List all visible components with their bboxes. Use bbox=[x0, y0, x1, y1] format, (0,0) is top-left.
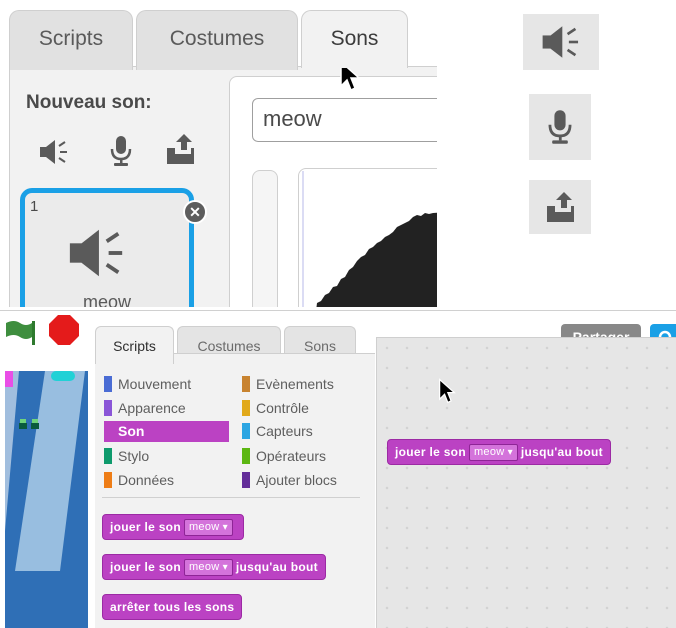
block-play-sound[interactable]: jouer le son meow bbox=[102, 514, 244, 540]
category-donnees[interactable]: Données bbox=[104, 470, 229, 490]
palette-divider bbox=[102, 497, 360, 498]
category-label: Son bbox=[118, 423, 145, 439]
block-palette bbox=[95, 353, 375, 628]
category-color-swatch bbox=[242, 448, 250, 464]
category-son[interactable]: Son bbox=[104, 421, 229, 442]
speaker-icon[interactable] bbox=[38, 136, 70, 168]
sound-menu[interactable]: meow bbox=[183, 559, 233, 576]
category-color-swatch bbox=[242, 376, 250, 392]
sound-menu-value: meow bbox=[188, 521, 220, 533]
category-label: Données bbox=[118, 472, 175, 488]
category-color-swatch bbox=[104, 423, 112, 439]
category-capteurs[interactable]: Capteurs bbox=[242, 421, 367, 441]
sound-menu-value: meow bbox=[473, 446, 505, 458]
tab-label: Costumes bbox=[169, 27, 265, 50]
category-stylo[interactable]: Stylo bbox=[104, 446, 229, 466]
category-color-swatch bbox=[242, 400, 250, 416]
block-text: jusqu'au bout bbox=[235, 560, 318, 574]
upload-icon bbox=[547, 192, 574, 222]
block-text: jouer le son bbox=[395, 445, 466, 459]
waveform-view[interactable] bbox=[298, 168, 437, 307]
category-label: Ajouter blocs bbox=[256, 472, 337, 488]
sound-name-input[interactable]: meow bbox=[252, 98, 437, 142]
sound-item-name: meow bbox=[82, 292, 131, 307]
block-text: jouer le son bbox=[110, 520, 181, 534]
category-ajouter-blocs[interactable]: Ajouter blocs bbox=[242, 470, 367, 490]
tab-label: Sons bbox=[304, 338, 336, 354]
tab-scripts[interactable]: Scripts bbox=[95, 326, 174, 364]
sounds-editor-panel: Scripts Costumes Sons Nouveau son: 1 meo… bbox=[0, 0, 437, 307]
tab-sons[interactable]: Sons bbox=[301, 10, 408, 68]
upload-icon-tile bbox=[529, 180, 591, 234]
category-color-swatch bbox=[242, 472, 250, 488]
category-label: Mouvement bbox=[118, 376, 192, 392]
scripts-editor-panel: Scripts Costumes Sons Partager Mouvement… bbox=[0, 310, 676, 628]
category-color-swatch bbox=[104, 400, 112, 416]
category-controle[interactable]: Contrôle bbox=[242, 398, 367, 418]
category-color-swatch bbox=[242, 423, 250, 439]
sound-item-number: 1 bbox=[30, 198, 39, 215]
speaker-icon bbox=[69, 229, 123, 277]
block-text: arrêter tous les sons bbox=[110, 600, 235, 614]
stage-panel bbox=[0, 311, 88, 628]
sound-menu[interactable]: meow bbox=[183, 519, 233, 536]
category-label: Contrôle bbox=[256, 400, 309, 416]
category-evenements[interactable]: Evènements bbox=[242, 374, 367, 394]
category-label: Capteurs bbox=[256, 423, 313, 439]
mouse-cursor-icon bbox=[439, 378, 456, 404]
speaker-icon bbox=[542, 26, 579, 58]
category-color-swatch bbox=[104, 376, 112, 392]
category-mouvement[interactable]: Mouvement bbox=[104, 374, 229, 394]
category-label: Opérateurs bbox=[256, 448, 327, 464]
category-apparence[interactable]: Apparence bbox=[104, 398, 229, 418]
waveform bbox=[302, 171, 437, 307]
scripts-area[interactable] bbox=[376, 337, 676, 628]
block-text: jusqu'au bout bbox=[520, 445, 603, 459]
category-operateurs[interactable]: Opérateurs bbox=[242, 446, 367, 466]
tab-label: Sons bbox=[330, 27, 379, 50]
microphone-icon[interactable] bbox=[108, 134, 134, 168]
delete-sound-button[interactable]: ✕ bbox=[183, 200, 207, 224]
block-play-sound-until-done[interactable]: jouer le son meow jusqu'au bout bbox=[102, 554, 326, 580]
block-stop-all-sounds[interactable]: arrêter tous les sons bbox=[102, 594, 243, 620]
tab-label: Scripts bbox=[38, 27, 104, 50]
new-sound-label: Nouveau son: bbox=[26, 92, 152, 113]
category-label: Evènements bbox=[256, 376, 334, 392]
category-label: Stylo bbox=[118, 448, 150, 464]
tab-label: Costumes bbox=[197, 338, 261, 354]
stop-icon[interactable] bbox=[47, 313, 81, 347]
tab-scripts[interactable]: Scripts bbox=[9, 10, 133, 70]
category-label: Apparence bbox=[118, 400, 186, 416]
microphone-icon-tile bbox=[529, 94, 591, 160]
tab-label: Scripts bbox=[113, 338, 156, 354]
block-text: jouer le son bbox=[110, 560, 181, 574]
stage-canvas[interactable] bbox=[5, 371, 88, 628]
stage-scene bbox=[5, 371, 88, 628]
speaker-icon-tile bbox=[523, 14, 599, 70]
upload-icon[interactable] bbox=[164, 132, 196, 166]
script-block-play-sound-until-done[interactable]: jouer le son meow jusqu'au bout bbox=[387, 439, 611, 465]
sound-menu[interactable]: meow bbox=[468, 444, 518, 461]
volume-slider[interactable] bbox=[252, 170, 278, 307]
category-color-swatch bbox=[104, 448, 112, 464]
green-flag-icon[interactable] bbox=[2, 317, 38, 347]
category-color-swatch bbox=[104, 472, 112, 488]
sound-menu-value: meow bbox=[188, 561, 220, 573]
microphone-icon bbox=[548, 110, 572, 144]
tab-costumes[interactable]: Costumes bbox=[136, 10, 298, 70]
